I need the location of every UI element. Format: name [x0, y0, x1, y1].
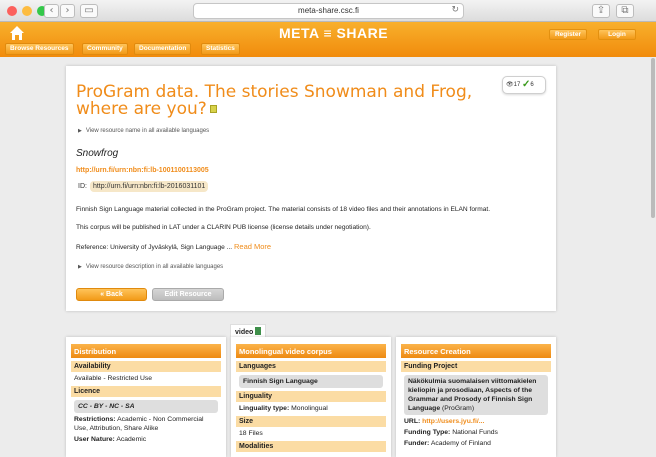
corpus-title: Monolingual video corpus — [236, 344, 386, 358]
description-paragraph-2: This corpus will be published in LAT und… — [76, 224, 371, 231]
resource-creation-title: Resource Creation — [401, 344, 551, 358]
url-text: meta-share.csc.fi — [298, 6, 359, 15]
view-name-languages-link[interactable]: ▶ View resource name in all available lan… — [78, 128, 209, 134]
id-label: ID: — [78, 183, 87, 190]
urn-link[interactable]: http://urn.fi/urn:nbn:fi:lb-100110011300… — [76, 167, 209, 174]
distribution-title: Distribution — [71, 344, 221, 358]
user-nature-row: User Nature: Academic — [74, 435, 218, 444]
forward-arrow-icon[interactable]: › — [60, 4, 75, 18]
funder-label: Funder: — [404, 440, 430, 447]
view-description-languages-text: View resource description in all availab… — [85, 264, 224, 270]
reload-icon[interactable]: ↻ — [451, 5, 459, 15]
nav-community[interactable]: Community — [82, 43, 128, 55]
tabs-overview-icon[interactable]: ⧉ — [616, 4, 634, 18]
funding-project-name: Näkökulmia suomalaisen viittomakielen ki… — [404, 375, 548, 415]
triangle-right-icon: ▶ — [78, 264, 82, 270]
url-label: URL: — [404, 418, 421, 425]
eye-icon: 👁 — [506, 82, 514, 88]
linguality-type-label: Linguality type: — [239, 405, 290, 412]
reference-text: Reference: University of Jyväskylä, Sign… — [76, 244, 233, 251]
document-icon — [209, 105, 217, 113]
language-value: Finnish Sign Language — [239, 375, 383, 388]
size-value: 18 Files — [239, 430, 263, 437]
address-bar[interactable]: meta-share.csc.fi ↻ — [193, 3, 464, 19]
close-window-button[interactable] — [7, 6, 17, 16]
funding-type-label: Funding Type: — [404, 429, 451, 436]
description-paragraph-3: Reference: University of Jyväskylä, Sign… — [76, 242, 271, 251]
id-value[interactable]: http://urn.fi/urn:nbn:fi:lb-2016031101 — [89, 181, 209, 192]
register-button[interactable]: Register — [549, 29, 587, 40]
resource-short-name: Snowfrog — [76, 148, 119, 159]
description-paragraph-1: Finnish Sign Language material collected… — [76, 206, 491, 213]
resource-creation-panel: Resource Creation Funding Project Näköku… — [396, 337, 556, 457]
modalities-label: Modalities — [236, 441, 386, 452]
window-controls — [7, 6, 47, 16]
url-row: URL: http://users.jyu.fi/... — [404, 417, 548, 426]
project-short-name: (ProGram) — [442, 405, 475, 412]
media-type-tab[interactable]: video — [230, 324, 267, 337]
nav-browse-resources[interactable]: Browse Resources — [5, 43, 74, 55]
nav-documentation[interactable]: Documentation — [134, 43, 192, 55]
linguality-type-value: Monolingual — [291, 405, 328, 412]
sidebar-toggle-icon[interactable]: ▭ — [80, 4, 98, 18]
view-name-languages-text: View resource name in all available lang… — [85, 128, 210, 134]
resource-card: ProGram data. The stories Snowman and Fr… — [66, 66, 556, 311]
availability-value: Available - Restricted Use — [74, 375, 153, 382]
linguality-label: Linguality — [236, 391, 386, 402]
size-label: Size — [236, 416, 386, 427]
minimize-window-button[interactable] — [22, 6, 32, 16]
browser-toolbar: ‹ › ▭ meta-share.csc.fi ↻ ⇪ ⧉ — [0, 0, 656, 22]
distribution-panel: Distribution Availability Available - Re… — [66, 337, 226, 457]
corpus-panel: Monolingual video corpus Languages Finni… — [231, 337, 391, 457]
triangle-right-icon: ▶ — [78, 128, 82, 134]
edit-resource-button[interactable]: Edit Resource — [152, 288, 224, 301]
nav-statistics[interactable]: Statistics — [201, 43, 240, 55]
login-button[interactable]: Login — [598, 29, 636, 40]
views-count: 17 — [513, 82, 521, 88]
back-arrow-icon[interactable]: ‹ — [44, 4, 59, 18]
media-type-label: video — [235, 329, 254, 336]
resource-title: ProGram data. The stories Snowman and Fr… — [76, 84, 486, 118]
read-more-link[interactable]: Read More — [234, 242, 271, 251]
funder-row: Funder: Academy of Finland — [404, 439, 548, 448]
share-icon[interactable]: ⇪ — [592, 4, 610, 18]
scrollbar-thumb[interactable] — [651, 58, 655, 218]
licence-label: Licence — [71, 386, 221, 397]
licence-value: CC - BY - NC - SA — [74, 400, 218, 413]
availability-label: Availability — [71, 361, 221, 372]
linguality-type-row: Linguality type: Monolingual — [239, 404, 383, 413]
user-nature-label: User Nature: — [74, 436, 115, 443]
film-icon — [255, 327, 262, 335]
restrictions-row: Restrictions: Academic - Non Commercial … — [74, 415, 218, 433]
url-link[interactable]: http://users.jyu.fi/... — [422, 418, 484, 425]
back-button[interactable]: « Back — [76, 288, 147, 301]
page-scrollbar[interactable] — [650, 58, 656, 457]
site-logo[interactable]: META ≡ SHARE — [279, 25, 388, 41]
funding-type-row: Funding Type: National Funds — [404, 428, 548, 437]
identifier-row: ID: http://urn.fi/urn:nbn:fi:lb-201603110… — [78, 181, 209, 192]
user-nature-value: Academic — [116, 436, 147, 443]
restrictions-label: Restrictions: — [74, 416, 116, 423]
funding-project-label: Funding Project — [401, 361, 551, 372]
downloads-count: 6 — [530, 82, 534, 88]
funder-value: Academy of Finland — [430, 440, 491, 447]
view-description-languages-link[interactable]: ▶ View resource description in all availa… — [78, 264, 223, 270]
languages-label: Languages — [236, 361, 386, 372]
resource-stats: 👁17 ✓6 — [502, 76, 546, 94]
resource-title-text: ProGram data. The stories Snowman and Fr… — [76, 82, 473, 119]
funding-type-value: National Funds — [452, 429, 498, 436]
home-icon[interactable] — [9, 25, 25, 41]
